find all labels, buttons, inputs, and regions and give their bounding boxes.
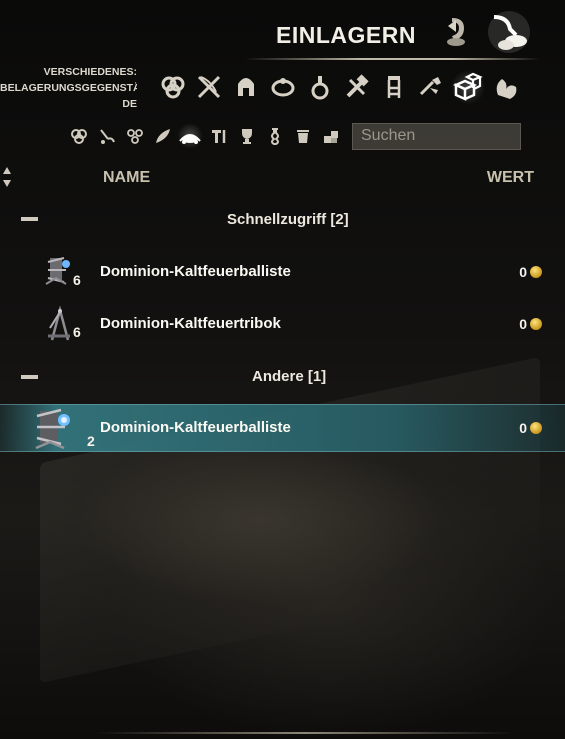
gold-coin-icon xyxy=(530,318,542,330)
collapse-group-quickslot-icon[interactable] xyxy=(21,217,38,221)
repair-icon[interactable] xyxy=(208,124,230,148)
column-header-name[interactable]: NAME xyxy=(103,169,150,187)
item-name: Dominion-Kaltfeuerballiste xyxy=(100,419,291,436)
ballista-icon xyxy=(32,406,76,457)
trophy-icon[interactable] xyxy=(236,124,258,148)
category-label-line1: VERSCHIEDENES: xyxy=(43,66,137,78)
list-item[interactable]: 6 Dominion-Kaltfeuertribok 0 xyxy=(0,302,565,346)
siege-sub-icon[interactable] xyxy=(176,124,204,148)
tools-icon[interactable] xyxy=(96,124,118,148)
trebuchet-icon xyxy=(44,305,74,347)
gold-coin-icon xyxy=(530,422,542,434)
group-header: Schnellzugriff [2] xyxy=(227,211,349,228)
item-count: 6 xyxy=(73,272,81,288)
item-value: 0 xyxy=(519,264,527,280)
siege-items-icon[interactable] xyxy=(450,70,486,104)
column-header-value[interactable]: WERT xyxy=(487,169,534,187)
potion-icon[interactable] xyxy=(264,124,286,148)
category-label-line3: DE xyxy=(122,98,137,110)
boxes-icon[interactable] xyxy=(320,124,342,148)
header-divider xyxy=(245,58,540,60)
trash-icon[interactable] xyxy=(292,124,314,148)
footer-divider xyxy=(95,732,515,734)
group-header: Andere [1] xyxy=(252,368,327,385)
list-item[interactable]: 6 Dominion-Kaltfeuerballiste 0 xyxy=(0,250,565,294)
all-sub-icon[interactable] xyxy=(68,124,90,148)
withdraw-icon[interactable] xyxy=(442,14,472,53)
category-label-line2: BELAGERUNGSGEGENSTÄN xyxy=(0,82,137,94)
collapse-group-other-icon[interactable] xyxy=(21,375,38,379)
crafting-icon[interactable] xyxy=(342,70,372,104)
item-count: 2 xyxy=(87,433,95,449)
all-icon[interactable] xyxy=(158,70,188,104)
furnishing-icon[interactable] xyxy=(379,70,409,104)
armor-icon[interactable] xyxy=(231,70,261,104)
jewelry-icon[interactable] xyxy=(268,70,298,104)
item-value: 0 xyxy=(519,316,527,332)
deposit-icon[interactable] xyxy=(484,9,534,60)
misc-icon[interactable] xyxy=(416,70,446,104)
item-name: Dominion-Kaltfeuertribok xyxy=(100,315,281,332)
horn-icon[interactable] xyxy=(152,124,174,148)
gold-coin-icon xyxy=(530,266,542,278)
category-label: VERSCHIEDENES: BELAGERUNGSGEGENSTÄN DE xyxy=(0,64,137,112)
list-item-selected[interactable]: 2 Dominion-Kaltfeuerballiste 0 xyxy=(0,404,565,452)
item-value: 0 xyxy=(519,420,527,436)
consumables-icon[interactable] xyxy=(305,70,335,104)
item-name: Dominion-Kaltfeuerballiste xyxy=(100,263,291,280)
weapons-icon[interactable] xyxy=(194,70,224,104)
companion-icon[interactable] xyxy=(491,70,521,104)
sort-toggle-icon[interactable] xyxy=(2,166,12,193)
page-title: EINLAGERN xyxy=(276,22,416,48)
ballista-icon xyxy=(44,254,74,293)
item-count: 6 xyxy=(73,324,81,340)
rings-icon[interactable] xyxy=(124,124,146,148)
search-input[interactable]: Suchen xyxy=(352,123,521,150)
